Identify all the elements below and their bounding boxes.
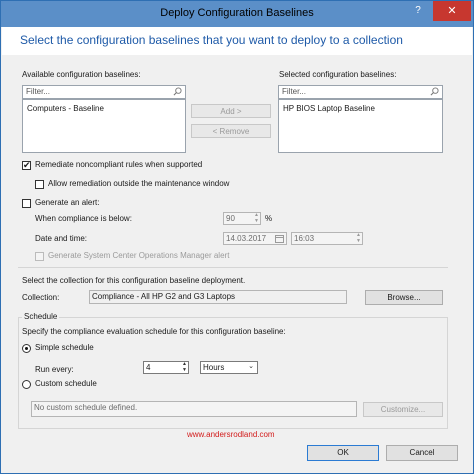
collection-instruction: Select the collection for this configura…	[22, 276, 246, 285]
dialog-window: Deploy Configuration Baselines ? ✕ Selec…	[0, 0, 474, 474]
remediate-label: Remediate noncompliant rules when suppor…	[35, 160, 203, 169]
scom-alert-checkbox[interactable]	[35, 252, 44, 261]
compliance-threshold-stepper[interactable]: 90 ▲ ▼	[223, 212, 261, 225]
custom-schedule-label: Custom schedule	[35, 379, 97, 388]
help-button[interactable]: ?	[405, 1, 431, 21]
date-picker[interactable]: 14.03.2017	[223, 232, 287, 245]
cancel-button[interactable]: Cancel	[386, 445, 458, 461]
time-value: 16:03	[294, 234, 315, 243]
radio-selected-icon	[25, 347, 28, 350]
remove-button[interactable]: < Remove	[191, 124, 271, 138]
custom-schedule-text: No custom schedule defined.	[34, 403, 138, 412]
percent-sign: %	[265, 214, 273, 223]
simple-schedule-label: Simple schedule	[35, 343, 94, 352]
spin-arrows-icon: ▲ ▼	[356, 232, 361, 244]
collection-value: Compliance - All HP G2 and G3 Laptops	[92, 292, 236, 301]
chevron-down-icon: ⌄	[248, 363, 254, 370]
run-every-stepper[interactable]: 4 ▲ ▼	[143, 361, 189, 374]
available-filter-placeholder: Filter...	[26, 87, 51, 96]
list-item[interactable]: HP BIOS Laptop Baseline	[283, 104, 375, 113]
spin-arrows-icon: ▲ ▼	[254, 212, 259, 224]
schedule-group-title: Schedule	[22, 312, 60, 321]
run-every-value: 4	[146, 363, 151, 372]
interval-unit-value: Hours	[203, 363, 225, 372]
generate-alert-checkbox[interactable]	[22, 199, 31, 208]
run-every-label: Run every:	[35, 365, 74, 374]
compliance-below-label: When compliance is below:	[35, 214, 132, 223]
ok-button[interactable]: OK	[307, 445, 379, 461]
collection-field[interactable]: Compliance - All HP G2 and G3 Laptops	[89, 290, 347, 304]
generate-alert-label: Generate an alert:	[35, 198, 100, 207]
browse-button[interactable]: Browse...	[365, 290, 443, 305]
add-button[interactable]: Add >	[191, 104, 271, 118]
available-filter-input[interactable]: Filter...	[22, 85, 186, 99]
help-icon: ?	[415, 5, 421, 16]
interval-unit-select[interactable]: Hours ⌄	[200, 361, 258, 374]
time-picker[interactable]: 16:03 ▲ ▼	[291, 232, 363, 245]
scom-alert-label: Generate System Center Operations Manage…	[48, 251, 230, 260]
remediate-checkbox[interactable]: ✔	[22, 160, 31, 170]
selected-label: Selected configuration baselines:	[279, 70, 397, 79]
date-time-label: Date and time:	[35, 234, 88, 243]
calendar-icon	[275, 235, 284, 243]
customize-button[interactable]: Customize...	[363, 402, 443, 417]
date-value: 14.03.2017	[226, 234, 267, 243]
watermark-text: www.andersrodland.com	[187, 430, 275, 439]
search-icon	[173, 87, 182, 96]
close-icon: ✕	[447, 5, 457, 17]
schedule-instruction: Specify the compliance evaluation schedu…	[22, 327, 286, 336]
divider	[18, 267, 448, 268]
search-icon	[430, 87, 439, 96]
instruction-header: Select the configuration baselines that …	[2, 27, 472, 55]
simple-schedule-radio[interactable]	[22, 344, 31, 353]
compliance-threshold-value: 90	[226, 214, 235, 223]
list-item[interactable]: Computers - Baseline	[27, 104, 104, 113]
available-list[interactable]: Computers - Baseline	[22, 99, 186, 153]
selected-filter-placeholder: Filter...	[282, 87, 307, 96]
custom-schedule-field: No custom schedule defined.	[31, 401, 357, 417]
collection-label: Collection:	[22, 293, 60, 302]
spin-arrows-icon: ▲ ▼	[182, 361, 187, 373]
close-button[interactable]: ✕	[433, 1, 471, 21]
check-icon: ✔	[23, 160, 31, 170]
window-title: Deploy Configuration Baselines	[160, 7, 314, 19]
selected-filter-input[interactable]: Filter...	[278, 85, 443, 99]
custom-schedule-radio[interactable]	[22, 380, 31, 389]
allow-outside-maintenance-checkbox[interactable]	[35, 180, 44, 189]
allow-outside-maintenance-label: Allow remediation outside the maintenanc…	[48, 179, 230, 188]
instruction-text: Select the configuration baselines that …	[20, 33, 403, 47]
selected-list[interactable]: HP BIOS Laptop Baseline	[278, 99, 443, 153]
available-label: Available configuration baselines:	[22, 70, 141, 79]
title-bar[interactable]: Deploy Configuration Baselines ? ✕	[1, 1, 473, 27]
